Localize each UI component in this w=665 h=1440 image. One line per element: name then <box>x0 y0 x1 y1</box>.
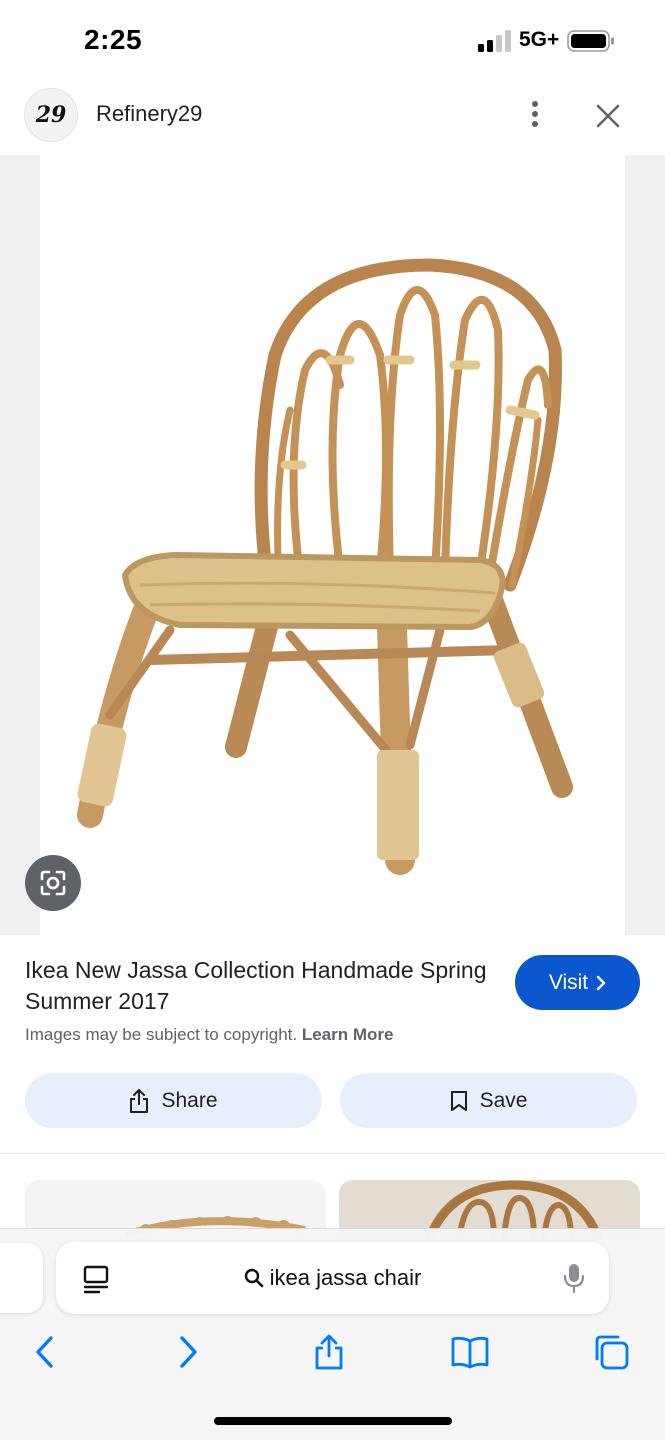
battery-icon <box>567 30 614 52</box>
bookmarks-button[interactable] <box>448 1330 492 1374</box>
search-query: ikea jassa chair <box>269 1265 422 1290</box>
address-bar[interactable]: ikea jassa chair <box>56 1242 609 1314</box>
home-indicator <box>214 1417 452 1425</box>
learn-more-link[interactable]: Learn More <box>302 1025 394 1044</box>
previous-tab-card[interactable] <box>0 1243 43 1313</box>
search-icon <box>244 1268 263 1288</box>
copyright-notice: Images may be subject to copyright. Lear… <box>25 1025 394 1045</box>
tabs-button[interactable] <box>589 1330 633 1374</box>
visit-button[interactable]: Visit <box>515 955 640 1010</box>
save-button[interactable]: Save <box>340 1073 637 1128</box>
bookmark-icon <box>450 1090 467 1111</box>
share-label: Share <box>161 1088 218 1112</box>
image-frame[interactable] <box>40 155 625 935</box>
signal-icon <box>478 30 511 52</box>
book-icon <box>451 1336 489 1369</box>
site-name[interactable]: Refinery29 <box>96 101 202 127</box>
chevron-right-icon <box>596 975 606 990</box>
copyright-text: Images may be subject to copyright. <box>25 1025 298 1044</box>
url-field[interactable]: ikea jassa chair <box>56 1242 609 1314</box>
rattan-chair-image <box>77 258 573 875</box>
result-title[interactable]: Ikea New Jassa Collection Handmade Sprin… <box>25 955 495 1017</box>
share-page-button[interactable] <box>307 1330 351 1374</box>
divider <box>0 1153 665 1154</box>
network-label: 5G+ <box>519 28 560 51</box>
forward-icon <box>180 1336 197 1368</box>
forward-button[interactable] <box>166 1330 210 1374</box>
result-header: 29 Refinery29 <box>0 80 665 155</box>
image-preview-area <box>0 155 665 935</box>
mic-icon[interactable] <box>562 1262 586 1294</box>
lens-icon <box>40 870 66 896</box>
site-logo[interactable]: 29 <box>24 88 78 142</box>
back-icon <box>36 1336 53 1368</box>
more-vert-icon[interactable] <box>518 96 552 132</box>
lens-button[interactable] <box>25 855 81 911</box>
tabs-icon <box>595 1335 629 1370</box>
save-label: Save <box>479 1088 528 1112</box>
visit-label: Visit <box>548 970 589 994</box>
share-icon <box>130 1088 149 1113</box>
status-bar: 2:25 5G+ <box>0 0 665 80</box>
share-button[interactable]: Share <box>25 1073 322 1128</box>
close-icon[interactable] <box>590 98 626 134</box>
share-icon <box>315 1334 343 1370</box>
back-button[interactable] <box>23 1330 67 1374</box>
status-time: 2:25 <box>84 24 143 55</box>
